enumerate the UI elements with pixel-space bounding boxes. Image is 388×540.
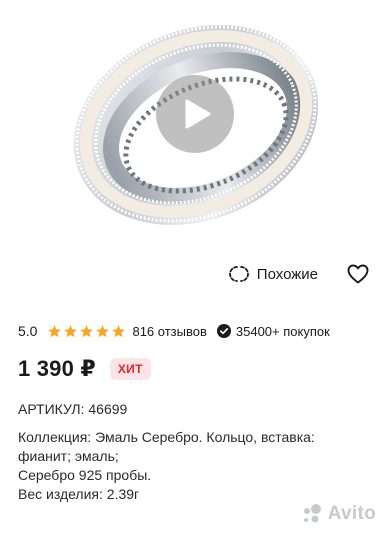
check-circle-icon [216, 324, 231, 338]
similar-icon [228, 266, 249, 282]
purchases-count: 35400+ покупок [216, 323, 330, 339]
star-icon [80, 324, 94, 337]
watermark-text: Avito [327, 503, 376, 524]
rating-value: 5.0 [18, 323, 38, 339]
product-image[interactable] [0, 0, 388, 250]
star-icon [112, 324, 126, 337]
heart-icon [347, 264, 369, 284]
avito-logo-icon [303, 504, 321, 523]
rating-row: 5.0 816 отзывов 35400+ покупок [18, 321, 330, 341]
play-video-button[interactable] [156, 75, 234, 153]
price: 1 390 ₽ [18, 356, 96, 381]
play-icon [185, 99, 211, 129]
avito-watermark: Avito [300, 502, 376, 526]
similar-label: Похожие [256, 265, 318, 283]
rating-stars[interactable] [47, 324, 126, 339]
article-number: АРТИКУЛ: 46699 [18, 401, 128, 417]
description-line: Коллекция: Эмаль Серебро. Кольцо, вставк… [18, 429, 315, 445]
description-line: Серебро 925 пробы. [18, 467, 152, 483]
star-icon [96, 324, 110, 337]
description-line: фианит; эмаль; [18, 448, 119, 464]
hit-badge: ХИТ [109, 358, 151, 380]
favorite-button[interactable] [346, 262, 370, 286]
product-actions: Похожие [228, 260, 370, 288]
star-icon [64, 324, 78, 337]
purchases-label: 35400+ покупок [235, 323, 330, 339]
product-description: АРТИКУЛ: 46699 Коллекция: Эмаль Серебро.… [18, 400, 378, 504]
star-icon [48, 324, 62, 337]
similar-button[interactable]: Похожие [228, 265, 318, 283]
reviews-link[interactable]: 816 отзывов [132, 324, 206, 339]
price-row: 1 390 ₽ ХИТ [18, 354, 151, 384]
